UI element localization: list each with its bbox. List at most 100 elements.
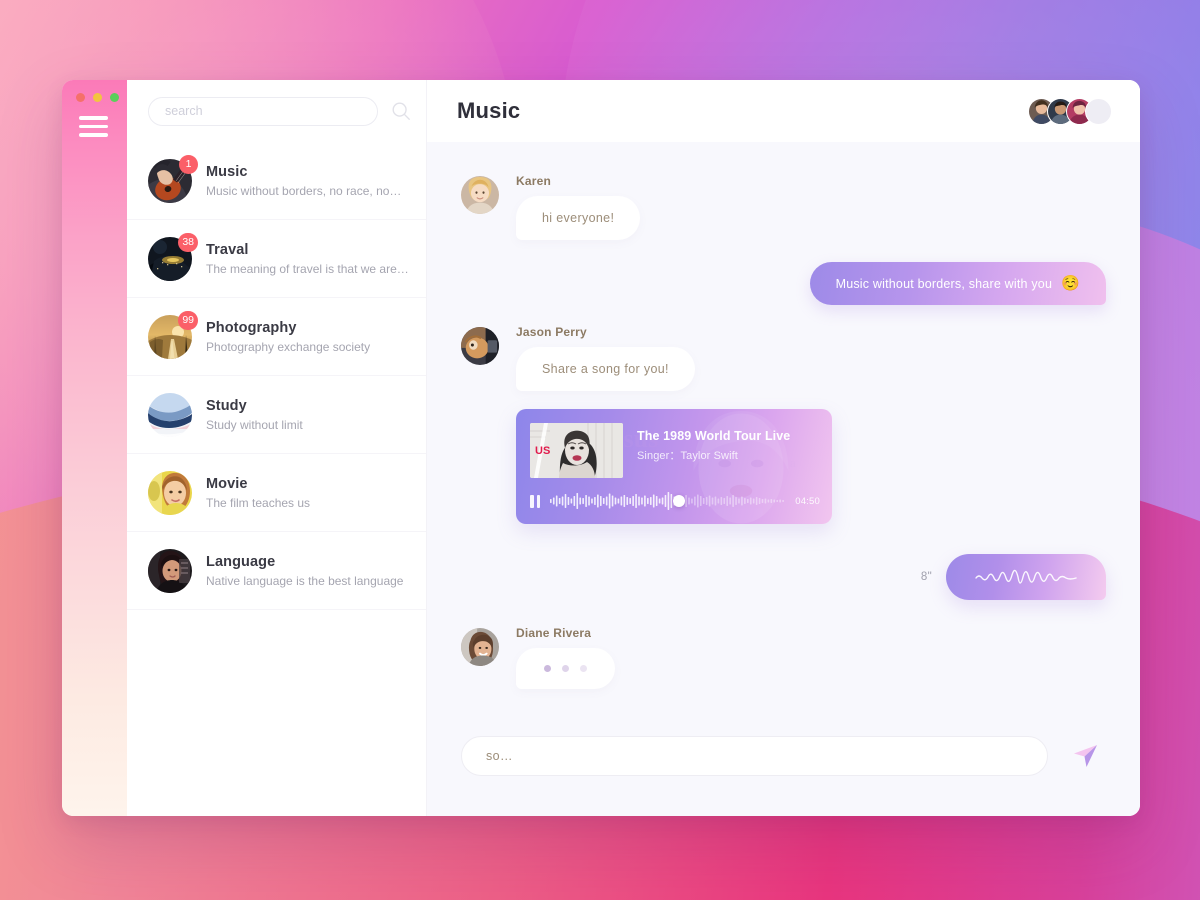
avatar <box>148 392 192 437</box>
app-window: 1 Music Music without borders, no race, no… <box>62 80 1140 816</box>
hamburger-line-3 <box>79 133 108 137</box>
conversation-text: Movie The film teaches us <box>206 476 410 510</box>
conversation-text: Photography Photography exchange society <box>206 320 410 354</box>
playback-handle[interactable] <box>673 495 686 507</box>
hamburger-icon[interactable] <box>79 116 108 137</box>
message-outgoing-text: Music without borders, share with you ☺️ <box>461 262 1106 305</box>
sidebar-item-traval[interactable]: 38 Traval The meaning of travel is that we… <box>127 220 426 298</box>
voice-waveform-icon <box>975 569 1077 584</box>
typing-dot-3 <box>580 665 587 672</box>
album-art: US <box>530 423 623 478</box>
message-text: Music without borders, share with you <box>835 276 1053 291</box>
pause-icon[interactable] <box>530 494 540 508</box>
desktop-background: 1 Music Music without borders, no race, no… <box>0 0 1200 900</box>
sidebar-item-music[interactable]: 1 Music Music without borders, no race, no… <box>127 142 426 220</box>
conversation-avatar-wrap <box>148 548 192 593</box>
window-rail <box>62 80 127 816</box>
conversation-text: Music Music without borders, no race, no… <box>206 164 410 198</box>
message-composer <box>427 720 1140 816</box>
close-button[interactable] <box>76 93 85 102</box>
message-bubble-outgoing: Music without borders, share with you ☺️ <box>809 262 1106 305</box>
music-player-controls: 04:50 <box>516 486 832 524</box>
album-art-image: US <box>530 423 623 478</box>
message-incoming-diane: Diane Rivera <box>461 626 1106 689</box>
message-incoming-karen: Karen hi everyone! <box>461 174 1106 240</box>
waveform-icon <box>550 492 784 510</box>
conversation-title: Traval <box>206 241 249 258</box>
typing-indicator <box>516 648 615 689</box>
send-paper-plane-icon <box>1074 745 1097 767</box>
minimize-button[interactable] <box>93 93 102 102</box>
unread-badge: 99 <box>178 310 198 330</box>
avatar[interactable] <box>461 176 499 214</box>
member-avatar-stack[interactable] <box>1028 97 1112 125</box>
member-more-button[interactable] <box>1085 97 1112 125</box>
sidebar-item-movie[interactable]: Movie The film teaches us <box>127 454 426 532</box>
message-input[interactable] <box>461 736 1048 776</box>
send-button[interactable] <box>1066 736 1106 776</box>
conversation-subtitle: The meaning of travel is that we are… <box>206 261 409 276</box>
conversation-avatar-wrap <box>148 470 192 515</box>
artist-label: Singer： <box>637 450 681 462</box>
hamburger-line-2 <box>79 124 108 128</box>
sidebar-item-language[interactable]: Language Native language is the best lang… <box>127 532 426 610</box>
conversation-title: Movie <box>206 475 248 492</box>
conversation-title: Music <box>206 163 248 180</box>
track-duration: 04:50 <box>795 495 820 507</box>
conversation-title: Study <box>206 397 247 414</box>
message-body: Karen hi everyone! <box>516 174 641 240</box>
chat-panel: Music Karen hi everyone! Music without b… <box>427 80 1140 816</box>
conversation-sidebar: 1 Music Music without borders, no race, no… <box>127 80 427 816</box>
voice-message-bubble[interactable] <box>946 554 1106 600</box>
svg-text:US: US <box>535 445 550 457</box>
conversation-text: Traval The meaning of travel is that we a… <box>206 242 410 276</box>
avatar[interactable] <box>461 327 499 365</box>
conversation-subtitle: Photography exchange society <box>206 339 371 354</box>
sender-name: Karen <box>516 174 552 188</box>
song-meta: The 1989 World Tour Live Singer：Taylor S… <box>637 423 790 463</box>
karen-avatar-image <box>461 176 499 214</box>
message-body: Diane Rivera <box>516 626 615 689</box>
message-bubble: hi everyone! <box>516 196 641 240</box>
artist-name: Taylor Swift <box>680 450 738 462</box>
search-icon[interactable] <box>390 100 412 122</box>
chat-header: Music <box>427 80 1140 142</box>
search-row <box>127 80 426 142</box>
avatar[interactable] <box>461 628 499 666</box>
conversation-title: Photography <box>206 319 297 336</box>
conversation-subtitle: Study without limit <box>206 417 303 432</box>
pause-bar-1 <box>530 494 534 508</box>
hamburger-line-1 <box>79 116 108 120</box>
song-title: The 1989 World Tour Live <box>637 429 791 443</box>
conversation-text: Language Native language is the best lang… <box>206 554 410 588</box>
typing-dot-1 <box>544 665 551 672</box>
sender-name: Jason Perry <box>516 325 587 339</box>
traffic-light-controls <box>76 93 119 102</box>
conversation-text: Study Study without limit <box>206 398 410 432</box>
message-incoming-jason: Jason Perry Share a song for you! esus L… <box>461 325 1106 524</box>
jason-avatar-image <box>461 327 499 365</box>
conversation-avatar-wrap <box>148 392 192 437</box>
message-bubble: Share a song for you! <box>516 347 695 391</box>
unread-badge: 38 <box>178 232 198 252</box>
conversation-subtitle: Music without borders, no race, no… <box>206 183 402 198</box>
relieved-face-emoji: ☺️ <box>1061 275 1080 292</box>
maximize-button[interactable] <box>110 93 119 102</box>
sidebar-item-photography[interactable]: 99 Photography Photography exchange societ… <box>127 298 426 376</box>
conversation-title: Language <box>206 553 276 570</box>
unread-badge: 1 <box>179 154 198 174</box>
sender-name: Diane Rivera <box>516 626 592 640</box>
avatar <box>148 548 192 593</box>
voice-duration: 8" <box>920 571 932 583</box>
music-card[interactable]: esus La a US The 1989 World Tour Live Si… <box>516 409 832 524</box>
pause-bar-2 <box>536 494 540 508</box>
diane-avatar-image <box>461 628 499 666</box>
waveform-scrubber[interactable] <box>550 490 785 512</box>
conversation-avatar-wrap: 1 <box>148 154 198 203</box>
typing-dot-2 <box>562 665 569 672</box>
sidebar-item-study[interactable]: Study Study without limit <box>127 376 426 454</box>
message-list: Karen hi everyone! Music without borders… <box>427 142 1140 720</box>
search-input[interactable] <box>148 96 378 126</box>
message-body: Jason Perry Share a song for you! esus L… <box>516 325 832 524</box>
song-artist: Singer：Taylor Swift <box>637 447 790 463</box>
